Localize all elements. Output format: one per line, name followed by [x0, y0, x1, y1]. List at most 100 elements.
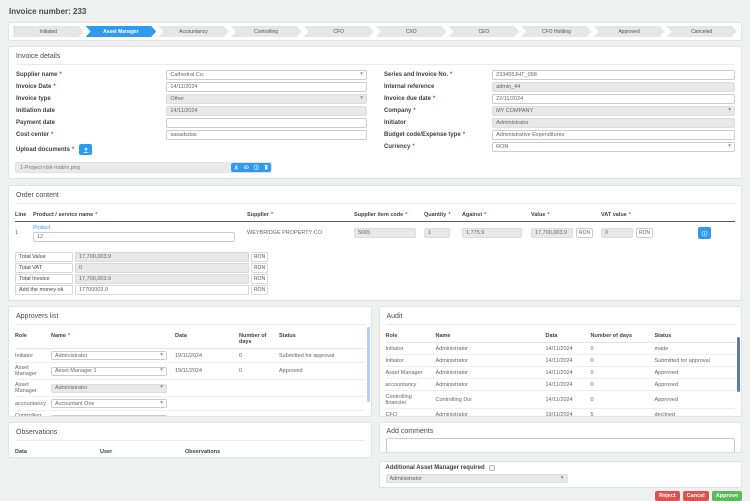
workflow-step-cxo[interactable]: CXO	[376, 26, 447, 37]
field-row-invoice-date: Invoice Date*14/11/2024	[15, 82, 367, 92]
approver-row: accountancyAccountant One▾	[15, 397, 365, 411]
audit-name: Administrator	[436, 346, 546, 352]
audit-card: Audit RoleNameDataNumber of daysStatus I…	[379, 306, 743, 417]
company-select: MY COMPANY▾	[492, 106, 735, 116]
required-asterisk: *	[433, 96, 435, 102]
workflow-step-asset-manager[interactable]: Asset Manager	[86, 26, 157, 37]
total-currency-total-value: RON	[251, 252, 268, 262]
product-name-input[interactable]: 12	[33, 232, 235, 242]
workflow-step-ceo[interactable]: CEO	[449, 26, 520, 37]
currency-select[interactable]: RON▾	[492, 142, 735, 152]
info-icon	[253, 164, 260, 171]
total-row-total-value: Total Value17,700,003.9RON	[15, 252, 735, 262]
value-cell: 17,700,003.9 RON	[531, 228, 601, 238]
order-line-info-button[interactable]	[698, 227, 711, 239]
total-value-add-the-money-ok[interactable]: 17700003.9	[75, 285, 249, 295]
required-asterisk: *	[547, 212, 549, 218]
audit-row: Asset ManagerAdministrator14/11/20240App…	[386, 367, 736, 379]
approver-name-value: Asset Manager 1	[55, 368, 97, 374]
order-product-cell: Product 12	[33, 224, 247, 242]
additional-asset-manager-card: Additional Asset Manager required Admini…	[379, 461, 743, 488]
total-currency-add-the-money-ok: RON	[251, 285, 268, 295]
field-value-invoice-due-date: 22/11/2024	[496, 96, 523, 102]
file-download-button[interactable]	[231, 163, 241, 172]
product-name-value: 12	[37, 234, 43, 240]
approvers-scrollbar[interactable]	[367, 327, 370, 402]
audit-date: 14/11/2024	[546, 382, 591, 388]
observations-col-observations: Observations	[185, 449, 365, 455]
supplier-item-code-value: 5665	[358, 230, 370, 236]
audit-col-name: Name	[436, 333, 546, 339]
approvers-table-header: RoleName*DataNumber of daysStatus	[15, 330, 365, 349]
invoice-details-right-column: Series and Invoice No.*233455JHT_098Inte…	[383, 70, 735, 155]
workflow-step-cfo[interactable]: CFO	[303, 26, 374, 37]
audit-days: 0	[591, 397, 655, 403]
value-currency-label: RON	[576, 228, 593, 238]
supplier-item-code-cell: 5665	[354, 228, 424, 238]
approver-name-select[interactable]: Administrator▾	[51, 351, 167, 360]
field-label-initiator: Initiator	[383, 120, 492, 126]
audit-row: accountancyAdministrator14/11/20240Appro…	[386, 379, 736, 391]
audit-row: InitiatorAdministrator14/11/20240Submitt…	[386, 355, 736, 367]
supplier-name-select[interactable]: Cathedral Co.▾	[166, 70, 367, 80]
invoice-due-date-input[interactable]: 22/11/2024	[492, 94, 735, 104]
series-and-invoice-no-input[interactable]: 233455JHT_098	[492, 70, 735, 80]
invoice-date-input[interactable]: 14/11/2024	[166, 82, 367, 92]
approver-date: 19/11/2024	[175, 368, 239, 374]
order-col-vat-value: VAT value*	[601, 212, 679, 218]
approver-role: Controlling financier	[15, 413, 51, 417]
invoice-details-card: Invoice details Supplier name*Cathedral …	[8, 46, 742, 179]
product-link[interactable]: Product	[33, 225, 50, 231]
file-info-button[interactable]	[251, 163, 261, 172]
approver-status: Approved	[279, 368, 365, 374]
quantity-cell: 1	[424, 228, 462, 238]
approver-name-select[interactable]: Accountant One▾	[51, 399, 167, 408]
budget-code-expense-type-input[interactable]: Administrative Expenditures	[492, 130, 735, 140]
additional-asset-manager-select[interactable]: Administrator ▾	[386, 474, 568, 483]
additional-asset-manager-row: Additional Asset Manager required	[386, 465, 736, 471]
approver-days: 0	[239, 353, 279, 359]
against-value: 1,775.9	[466, 230, 484, 236]
cost-center-input[interactable]: sasadsdas	[166, 130, 367, 140]
order-row: 1Product12WEYBRIDGE PROPERTY CO566511,77…	[15, 222, 735, 246]
audit-date: 14/11/2024	[546, 346, 591, 352]
payment-date-input[interactable]	[166, 118, 367, 128]
comments-textarea[interactable]	[386, 438, 736, 453]
approver-name-value: Accountant One	[55, 401, 94, 407]
total-value-total-vat: 0	[75, 263, 249, 273]
upload-documents-button[interactable]	[79, 144, 92, 155]
field-label-payment-date: Payment date	[15, 120, 166, 126]
total-currency-total-invoice: RON	[251, 274, 268, 284]
audit-row: InitiatorAdministrator14/11/20240made	[386, 343, 736, 355]
field-label-company: Company*	[383, 108, 492, 114]
audit-name: Controlling Doi	[436, 397, 546, 403]
approver-name-cell: Asset Manager 1▾	[51, 367, 175, 376]
total-label-total-vat: Total VAT	[15, 263, 73, 273]
required-asterisk: *	[95, 212, 97, 218]
field-label-internal-reference: Internal reference	[383, 84, 492, 90]
approver-name-select[interactable]: Asset Manager 1▾	[51, 367, 167, 376]
order-line-number: 1	[15, 230, 33, 236]
audit-title: Audit	[386, 310, 736, 325]
workflow-step-controlling[interactable]: Controlling	[231, 26, 302, 37]
total-currency-total-vat: RON	[251, 263, 268, 273]
value-amount: 17,700,003.9	[535, 230, 567, 236]
order-col-product-service-name: Product / service name*	[33, 212, 247, 218]
workflow-step-cfo-holding[interactable]: CFO Holding	[521, 26, 592, 37]
workflow-step-initiated[interactable]: Initiated	[13, 26, 84, 37]
file-eye-button[interactable]	[241, 163, 251, 172]
uploaded-file-row: 1-Project-risk-matrix.png	[15, 162, 272, 173]
audit-scrollbar[interactable]	[737, 337, 740, 392]
field-value-invoice-date: 14/11/2024	[170, 84, 197, 90]
invoice-type-select: Other▾	[166, 94, 367, 104]
workflow-step-canceled[interactable]: Canceled	[666, 26, 737, 37]
audit-status: Approved	[655, 397, 736, 403]
approver-name-select[interactable]: Controlling Do▾	[51, 415, 167, 418]
field-value-initiator: Administrator	[496, 120, 528, 126]
file-trash-button[interactable]	[261, 163, 271, 172]
workflow-step-approved[interactable]: Approved	[594, 26, 665, 37]
additional-asset-manager-checkbox[interactable]	[489, 465, 495, 471]
audit-role: Asset Manager	[386, 370, 436, 376]
audit-name: Administrator	[436, 412, 546, 418]
workflow-step-accountancy[interactable]: Accountancy	[158, 26, 229, 37]
